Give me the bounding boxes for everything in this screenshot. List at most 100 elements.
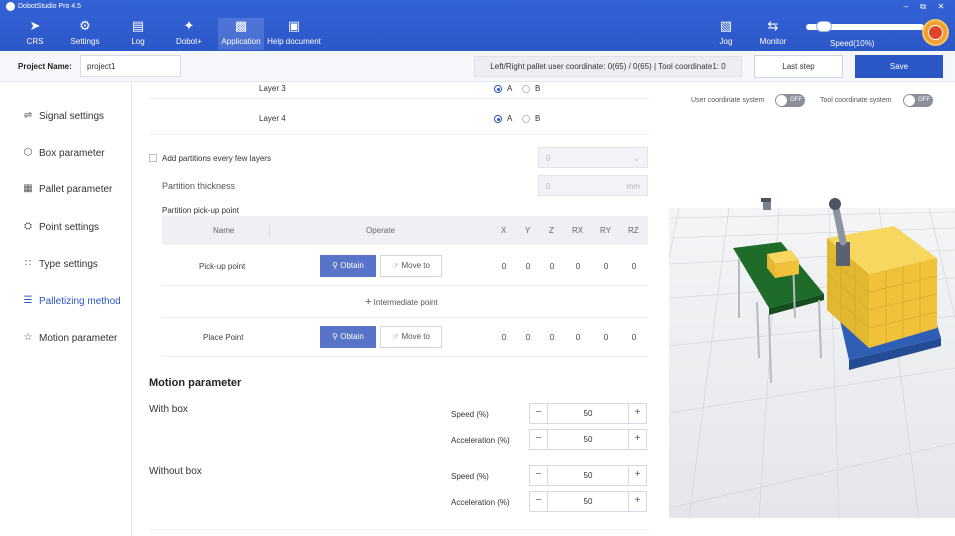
user-coordinate-label: User coordinate system bbox=[691, 97, 765, 104]
with-box-accel-value[interactable]: 50 bbox=[548, 430, 628, 449]
without-box-accel-value[interactable]: 50 bbox=[548, 492, 628, 511]
place-move-to-button[interactable]: ☞ Move to bbox=[380, 326, 442, 348]
pickup-move-to-button[interactable]: ☞ Move to bbox=[380, 255, 442, 277]
partition-thickness-input[interactable]: 0 mm bbox=[538, 175, 648, 196]
nav-crs[interactable]: ➤ CRS bbox=[20, 18, 50, 50]
layer-4-label-b: B bbox=[535, 114, 541, 123]
without-box-title: Without box bbox=[149, 466, 202, 477]
th-x: X bbox=[501, 226, 507, 235]
increment-button[interactable]: + bbox=[628, 466, 646, 485]
with-box-accel-label: Acceleration (%) bbox=[451, 436, 510, 445]
decrement-button[interactable]: − bbox=[530, 430, 548, 449]
save-button[interactable]: Save bbox=[855, 55, 943, 78]
decrement-button[interactable]: − bbox=[530, 466, 548, 485]
sidebar-item-box-parameter[interactable]: ⬡ Box parameter bbox=[22, 144, 105, 162]
nav-application[interactable]: ▩ Application bbox=[218, 18, 264, 50]
user-coordinate-toggle[interactable]: OFF bbox=[775, 94, 805, 107]
partition-thickness-unit: mm bbox=[626, 182, 640, 191]
sidebar-item-signal-settings[interactable]: ⇌ Signal settings bbox=[22, 107, 104, 125]
table-header: Name Operate X Y Z RX RY RZ bbox=[162, 216, 648, 245]
pickup-z: 0 bbox=[549, 262, 555, 271]
divider bbox=[149, 529, 649, 530]
without-box-speed-stepper[interactable]: − 50 + bbox=[529, 465, 647, 486]
emergency-stop-button[interactable] bbox=[922, 19, 949, 46]
application-icon: ▩ bbox=[234, 18, 248, 33]
app-title: DobotStudio Pro 4.5 bbox=[18, 3, 82, 10]
user-icon: ⚲ bbox=[332, 332, 339, 341]
motion-parameter-title: Motion parameter bbox=[149, 377, 242, 389]
add-intermediate-point-button[interactable]: + Intermediate point bbox=[365, 296, 438, 308]
sidebar-item-palletizing-method[interactable]: ☰ Palletizing method bbox=[22, 292, 121, 310]
divider bbox=[162, 285, 648, 286]
with-box-speed-label: Speed (%) bbox=[451, 410, 489, 419]
nav-dobot-plus[interactable]: ✦ Dobot+ bbox=[170, 18, 208, 50]
divider bbox=[162, 356, 648, 357]
help-document-icon: ▣ bbox=[287, 18, 301, 33]
nav-log[interactable]: ▤ Log bbox=[124, 18, 152, 50]
crs-icon: ➤ bbox=[29, 18, 41, 33]
layer-3-radio-b[interactable] bbox=[522, 85, 530, 93]
place-obtain-button[interactable]: ⚲ Obtain bbox=[320, 326, 376, 348]
toggle-state: OFF bbox=[790, 97, 802, 103]
partition-layers-value: 0 bbox=[546, 154, 551, 163]
with-box-title: With box bbox=[149, 404, 188, 415]
3d-viewport[interactable]: User coordinate system OFF Tool coordina… bbox=[669, 82, 955, 536]
th-y: Y bbox=[525, 226, 531, 235]
row-pickup-name: Pick-up point bbox=[199, 262, 246, 271]
obtain-label: Obtain bbox=[340, 261, 364, 270]
th-z: Z bbox=[549, 226, 554, 235]
nav-monitor[interactable]: ⇆ Monitor bbox=[756, 18, 790, 50]
nav-jog[interactable]: ▧ Jog bbox=[714, 18, 738, 50]
layer-4-radio-a[interactable] bbox=[494, 115, 502, 123]
th-rx: RX bbox=[572, 226, 584, 235]
th-rz: RZ bbox=[628, 226, 639, 235]
increment-button[interactable]: + bbox=[628, 430, 646, 449]
decrement-button[interactable]: − bbox=[530, 492, 548, 511]
last-step-button[interactable]: Last step bbox=[754, 55, 843, 78]
monitor-icon: ⇆ bbox=[767, 18, 779, 33]
toggle-knob bbox=[776, 95, 787, 106]
move-icon: ☞ bbox=[392, 261, 400, 270]
obtain-label: Obtain bbox=[340, 332, 364, 341]
partition-layers-select[interactable]: 0 ⌄ bbox=[538, 147, 648, 168]
layer-4-radio-b[interactable] bbox=[522, 115, 530, 123]
increment-button[interactable]: + bbox=[628, 492, 646, 511]
minimize-icon[interactable]: – bbox=[899, 1, 913, 13]
top-toolbar: DobotStudio Pro 4.5 – ⧉ ✕ ➤ CRS ⚙ Settin… bbox=[0, 0, 955, 51]
main-content: Layer 3 A B Layer 4 A B Add partitions e… bbox=[133, 82, 668, 536]
project-name-input[interactable] bbox=[80, 55, 181, 77]
intermediate-label: Intermediate point bbox=[373, 298, 438, 307]
without-box-speed-value[interactable]: 50 bbox=[548, 466, 628, 485]
sidebar-item-type-settings[interactable]: ∷ Type settings bbox=[22, 255, 98, 273]
sidebar-item-label: Box parameter bbox=[39, 147, 105, 159]
with-box-speed-stepper[interactable]: − 50 + bbox=[529, 403, 647, 424]
with-box-accel-stepper[interactable]: − 50 + bbox=[529, 429, 647, 450]
add-partitions-checkbox[interactable] bbox=[149, 154, 157, 162]
nav-label: Application bbox=[221, 37, 261, 46]
tool-coordinate-toggle[interactable]: OFF bbox=[903, 94, 933, 107]
divider bbox=[162, 317, 648, 318]
nav-label: Help document bbox=[267, 37, 321, 46]
place-z: 0 bbox=[549, 333, 555, 342]
sidebar-item-point-settings[interactable]: ⛭ Point settings bbox=[22, 218, 99, 236]
decrement-button[interactable]: − bbox=[530, 404, 548, 423]
with-box-speed-value[interactable]: 50 bbox=[548, 404, 628, 423]
without-box-accel-stepper[interactable]: − 50 + bbox=[529, 491, 647, 512]
close-icon[interactable]: ✕ bbox=[934, 1, 948, 13]
sidebar-item-pallet-parameter[interactable]: ▦ Pallet parameter bbox=[22, 180, 112, 198]
conveyor-box bbox=[767, 250, 799, 278]
divider bbox=[149, 98, 649, 99]
increment-button[interactable]: + bbox=[628, 404, 646, 423]
nav-settings[interactable]: ⚙ Settings bbox=[66, 18, 104, 50]
nav-help-document[interactable]: ▣ Help document bbox=[266, 18, 322, 50]
sidebar-item-motion-parameter[interactable]: ☆ Motion parameter bbox=[22, 329, 118, 347]
pickup-obtain-button[interactable]: ⚲ Obtain bbox=[320, 255, 376, 277]
layer-3-radio-a[interactable] bbox=[494, 85, 502, 93]
place-ry: 0 bbox=[603, 333, 609, 342]
speed-slider-handle[interactable] bbox=[816, 21, 833, 32]
without-box-accel-label: Acceleration (%) bbox=[451, 498, 510, 507]
toggle-knob bbox=[904, 95, 915, 106]
restore-icon[interactable]: ⧉ bbox=[916, 1, 930, 13]
sidebar-item-label: Signal settings bbox=[39, 110, 105, 122]
sidebar-item-label: Motion parameter bbox=[39, 332, 118, 344]
